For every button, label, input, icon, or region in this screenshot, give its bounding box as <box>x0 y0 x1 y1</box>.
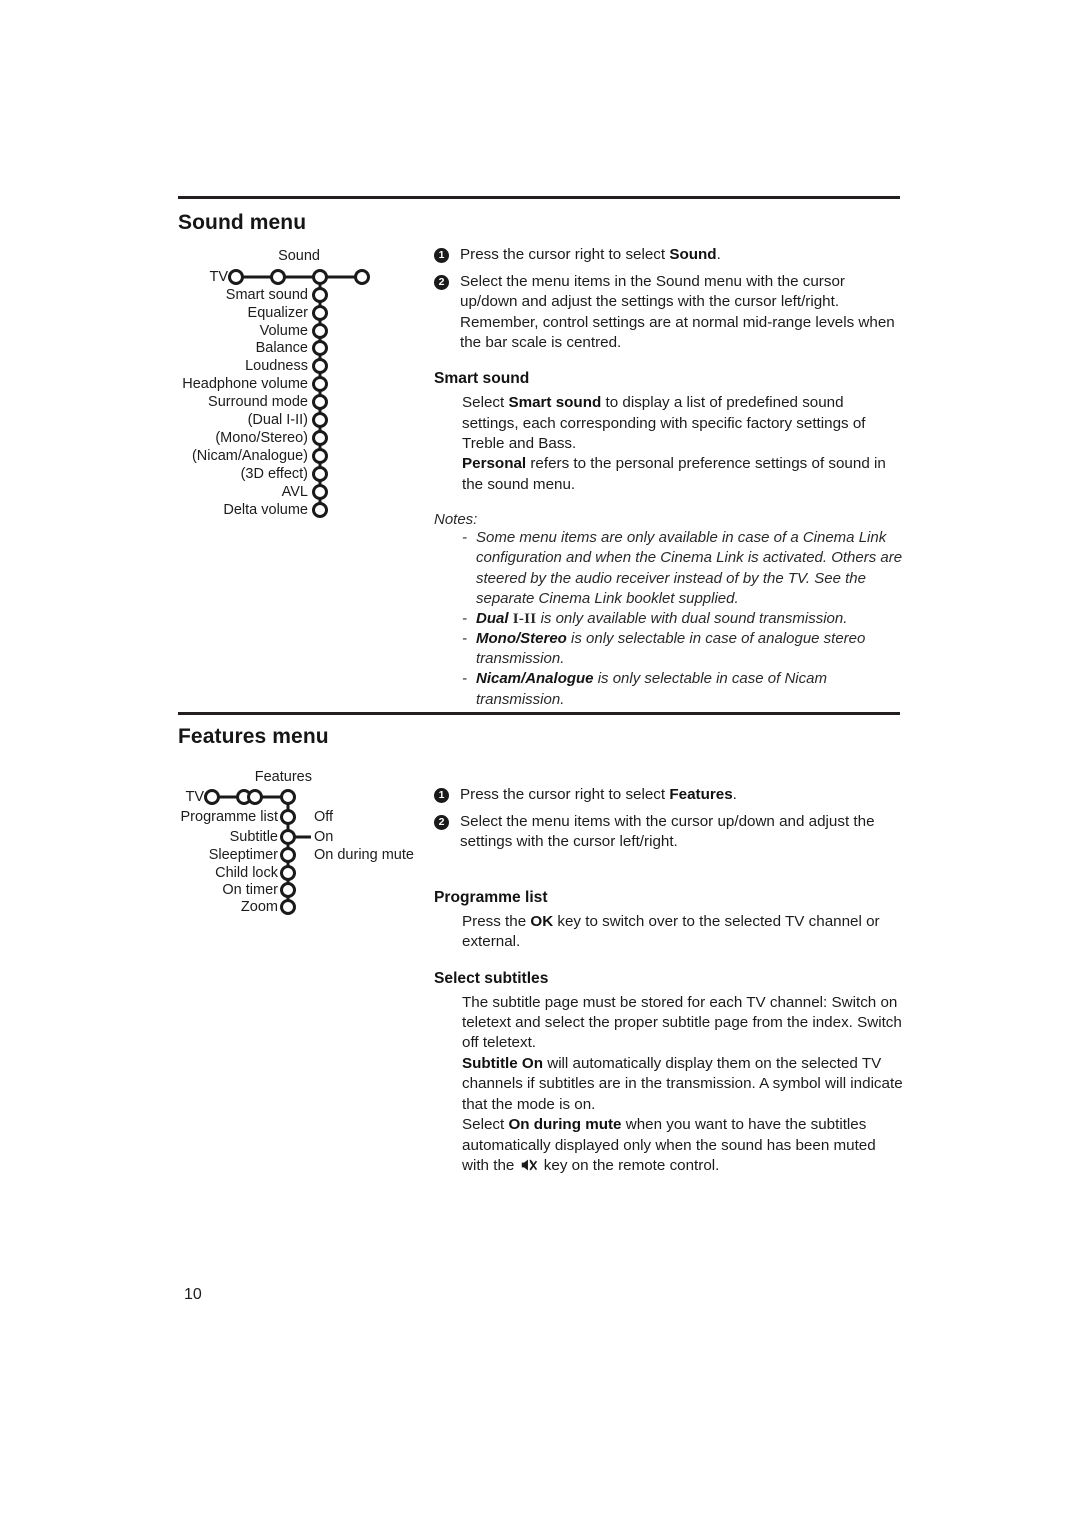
note-dash: - <box>462 529 467 547</box>
diagram-item-volume: Volume <box>259 323 308 339</box>
step-text: Press the cursor right to select Feature… <box>460 786 737 803</box>
diagram-item-loudness: Loudness <box>245 358 308 374</box>
note-item: - Nicam/Analogue is only selectable in c… <box>448 669 904 709</box>
note-text: Nicam/Analogue is only selectable in cas… <box>476 670 827 708</box>
note-dash: - <box>462 609 467 627</box>
note-text: Dual I-II is only available with dual so… <box>476 609 848 627</box>
diagram-branch-label-features: Features <box>254 769 312 785</box>
mute-speaker-icon <box>521 1159 537 1171</box>
diagram-item-child-lock: Child lock <box>215 865 278 881</box>
section-divider-sound <box>178 196 900 199</box>
features-menu-instructions: 1 Press the cursor right to select Featu… <box>434 785 904 1176</box>
diagram-item-3d-effect: (3D effect) <box>240 466 308 482</box>
step-marker-2: 2 <box>434 815 449 831</box>
diagram-item-smart-sound: Smart sound <box>225 287 308 303</box>
sound-menu-tree-diagram: Sound TV Smart sound Equalizer Volume Ba… <box>178 243 428 533</box>
diagram-item-avl: AVL <box>281 484 308 500</box>
diagram-item-mono-stereo: (Mono/Stereo) <box>215 430 308 446</box>
paragraph: Press the OK key to switch over to the s… <box>462 912 880 951</box>
diagram-item-sleeptimer: Sleeptimer <box>208 847 278 863</box>
step-item: 1 Press the cursor right to select Featu… <box>434 785 904 805</box>
diagram-item-programme-list: Programme list <box>180 809 279 825</box>
diagram-item-zoom: Zoom <box>240 899 278 915</box>
diagram-item-on-timer: On timer <box>222 882 278 898</box>
diagram-item-subtitle: Subtitle <box>229 829 278 845</box>
note-item: - Some menu items are only available in … <box>448 528 904 609</box>
diagram-root-label-tv: TV <box>185 789 204 805</box>
subheading-smart-sound: Smart sound <box>434 370 530 388</box>
step-item: 2 Select the menu items with the cursor … <box>434 812 904 852</box>
step-text: Press the cursor right to select Sound. <box>460 246 721 263</box>
note-item: - Dual I-II is only available with dual … <box>448 609 904 629</box>
sound-menu-instructions: 1 Press the cursor right to select Sound… <box>434 245 904 710</box>
diagram-item-nicam-analogue: (Nicam/Analogue) <box>191 448 308 464</box>
step-marker-1: 1 <box>434 788 449 803</box>
diagram-option-on: On <box>314 829 334 845</box>
paragraph: Personal refers to the personal preferen… <box>462 455 886 493</box>
paragraph: The subtitle page must be stored for eac… <box>462 993 902 1052</box>
step-text: Select the menu items with the cursor up… <box>460 813 875 851</box>
step-item: 1 Press the cursor right to select Sound… <box>434 245 904 265</box>
diagram-branch-label-sound: Sound <box>278 248 320 264</box>
note-dash: - <box>462 670 467 688</box>
step-marker-2: 2 <box>434 275 449 291</box>
diagram-item-balance: Balance <box>255 340 308 356</box>
page-title-sound-menu: Sound menu <box>178 211 307 234</box>
step-marker-1: 1 <box>434 248 449 263</box>
diagram-option-off: Off <box>314 809 334 825</box>
paragraph: Select Smart sound to display a list of … <box>462 394 866 452</box>
diagram-root-label-tv: TV <box>209 269 228 285</box>
note-text: Some menu items are only available in ca… <box>476 529 903 607</box>
diagram-item-equalizer: Equalizer <box>247 305 308 321</box>
section-divider-features <box>178 712 900 715</box>
step-text: Select the menu items in the Sound menu … <box>460 273 895 351</box>
step-item: 2 Select the menu items in the Sound men… <box>434 272 904 353</box>
note-text: Mono/Stereo is only selectable in case o… <box>476 630 866 668</box>
page-title-features-menu: Features menu <box>178 725 329 748</box>
paragraph: Select On during mute when you want to h… <box>462 1116 876 1175</box>
manual-page: Sound menu Sound TV Smart sound Equalize… <box>0 0 1080 1528</box>
features-menu-tree-diagram: Features TV Programme list Subtitle Slee… <box>178 765 428 930</box>
diagram-option-on-during-mute: On during mute <box>314 847 414 863</box>
diagram-item-headphone-volume: Headphone volume <box>182 376 308 392</box>
subheading-programme-list: Programme list <box>434 888 548 906</box>
note-item: - Mono/Stereo is only selectable in case… <box>448 629 904 669</box>
page-number: 10 <box>184 1286 202 1303</box>
diagram-item-delta-volume: Delta volume <box>223 502 308 518</box>
paragraph: Subtitle On will automatically display t… <box>462 1054 903 1113</box>
diagram-item-surround-mode: Surround mode <box>208 394 308 410</box>
subheading-select-subtitles: Select subtitles <box>434 969 549 987</box>
note-dash: - <box>462 630 467 648</box>
diagram-item-dual-i-ii: (Dual I-II) <box>247 412 308 428</box>
notes-label: Notes: <box>434 511 478 529</box>
